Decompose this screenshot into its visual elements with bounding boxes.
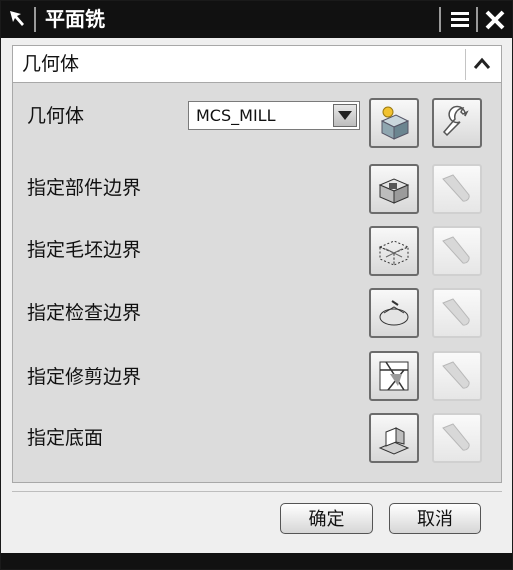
trim-boundary-icon [379,361,409,391]
geometry-section-header[interactable]: 几何体 [12,45,502,83]
geometry-panel: 几何体 MCS_MILL 指定部件边界 指定毛坯边界 指定检查边界 指定修剪边界… [12,83,502,483]
new-geometry-icon [380,106,410,140]
collapse-up-icon[interactable] [465,49,498,80]
window-title: 平面铣 [45,7,105,31]
row-label: 指定底面 [27,427,104,449]
cancel-button[interactable]: 取消 [389,503,481,534]
section-title: 几何体 [22,53,80,75]
new-geometry-button[interactable] [369,98,419,148]
footer-divider [12,491,502,492]
arrow-icon [7,8,29,30]
display-trim-boundary-button[interactable] [432,351,482,401]
row-label: 指定修剪边界 [27,366,142,388]
title-separator [476,7,478,32]
title-separator [34,7,36,32]
display-part-boundary-button[interactable] [432,164,482,214]
blank-boundary-icon [378,240,410,266]
display-floor-button[interactable] [432,413,482,463]
part-boundary-icon [378,178,410,204]
planar-mill-dialog: 平面铣 几何体 几何体 MCS_MILL 指定部件边界 指定毛坯边界 指定检查边… [0,0,513,570]
flashlight-display-icon [442,174,470,202]
chevron-down-icon[interactable] [333,104,357,127]
specify-trim-boundary-button[interactable] [369,351,419,401]
specify-floor-button[interactable] [369,413,419,463]
geometry-select[interactable]: MCS_MILL [188,101,360,130]
specify-check-boundary-button[interactable] [369,288,419,338]
title-bar[interactable]: 平面铣 [1,1,512,38]
geometry-select-value: MCS_MILL [196,106,276,125]
row-label: 指定毛坯边界 [27,239,142,261]
check-boundary-icon [379,300,409,326]
edit-wrench-icon [442,105,469,137]
menu-icon[interactable] [447,6,473,33]
title-separator [439,7,441,32]
edit-geometry-button[interactable] [432,98,482,148]
flashlight-display-icon [442,361,470,389]
close-icon[interactable] [482,6,508,33]
ok-button[interactable]: 确定 [280,503,373,534]
flashlight-display-icon [442,423,470,451]
flashlight-display-icon [442,298,470,326]
row-label: 指定检查边界 [27,302,142,324]
display-blank-boundary-button[interactable] [432,226,482,276]
flashlight-display-icon [442,236,470,264]
row-label: 指定部件边界 [27,177,142,199]
display-check-boundary-button[interactable] [432,288,482,338]
geometry-label: 几何体 [27,105,85,127]
bottom-bar [1,553,512,569]
specify-part-boundary-button[interactable] [369,164,419,214]
floor-plane-icon [378,427,410,455]
specify-blank-boundary-button[interactable] [369,226,419,276]
